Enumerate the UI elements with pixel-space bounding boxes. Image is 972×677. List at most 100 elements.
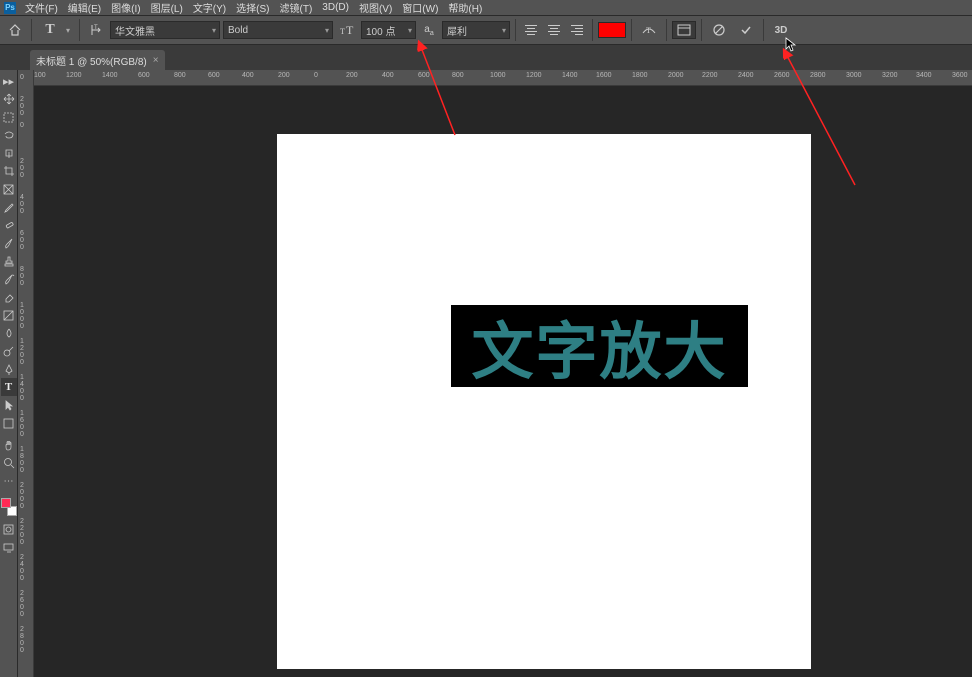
hruler-tick: 2800 xyxy=(810,72,826,79)
eraser-tool[interactable] xyxy=(1,288,17,306)
vruler-tick: 1600 xyxy=(20,410,34,438)
align-right-button[interactable] xyxy=(567,20,587,40)
vruler-tick: 1400 xyxy=(20,374,34,402)
font-size-icon: TT xyxy=(336,20,358,40)
menu-window[interactable]: 窗口(W) xyxy=(397,0,443,15)
hruler-tick: 400 xyxy=(242,72,254,79)
menu-file[interactable]: 文件(F) xyxy=(20,0,63,15)
font-weight-value: Bold xyxy=(228,25,248,36)
brush-tool[interactable] xyxy=(1,234,17,252)
vruler-tick: 2800 xyxy=(20,626,34,654)
path-select-tool[interactable] xyxy=(1,396,17,414)
history-brush-tool[interactable] xyxy=(1,270,17,288)
3d-button[interactable]: 3D xyxy=(769,20,793,40)
hruler-tick: 1800 xyxy=(632,72,648,79)
screen-mode-button[interactable] xyxy=(1,538,17,556)
quick-select-tool[interactable] xyxy=(1,144,17,162)
character-panel-button[interactable] xyxy=(672,21,696,39)
zoom-tool[interactable] xyxy=(1,454,17,472)
hruler-tick: 2400 xyxy=(738,72,754,79)
commit-button[interactable] xyxy=(734,20,758,40)
home-button[interactable] xyxy=(4,20,26,40)
gradient-tool[interactable] xyxy=(1,306,17,324)
text-tool-indicator[interactable]: T xyxy=(37,20,63,40)
svg-text:T: T xyxy=(646,26,651,35)
hruler-tick: 1600 xyxy=(596,72,612,79)
tools-panel: ▸▸ T ⋯ xyxy=(0,70,18,677)
text-layer[interactable]: 文字放大 xyxy=(451,305,748,387)
hruler-tick: 100 xyxy=(34,72,46,79)
font-weight-dropdown[interactable]: Bold ▾ xyxy=(223,21,333,39)
shape-tool[interactable] xyxy=(1,414,17,432)
dodge-tool[interactable] xyxy=(1,342,17,360)
cancel-button[interactable] xyxy=(707,20,731,40)
vruler-tick: 800 xyxy=(20,266,34,287)
app-logo: Ps xyxy=(4,2,16,14)
lasso-tool[interactable] xyxy=(1,126,17,144)
document-tab[interactable]: 未标题 1 @ 50%(RGB/8) × xyxy=(30,50,165,70)
menu-type[interactable]: 文字(Y) xyxy=(188,0,231,15)
align-center-button[interactable] xyxy=(544,20,564,40)
align-left-button[interactable] xyxy=(521,20,541,40)
warp-text-button[interactable]: T xyxy=(637,20,661,40)
vruler-tick: 200 xyxy=(20,96,34,117)
divider xyxy=(592,19,593,41)
frame-tool[interactable] xyxy=(1,180,17,198)
edit-toolbar-button[interactable]: ⋯ xyxy=(1,472,17,490)
marquee-tool[interactable] xyxy=(1,108,17,126)
font-size-dropdown[interactable]: 100 点 ▾ xyxy=(361,21,416,39)
close-tab-icon[interactable]: × xyxy=(153,55,159,66)
foreground-color-swatch[interactable] xyxy=(1,498,11,508)
text-tool[interactable]: T xyxy=(1,378,17,396)
vruler-tick: 400 xyxy=(20,194,34,215)
quick-mask-button[interactable] xyxy=(1,520,17,538)
svg-text:T: T xyxy=(340,27,345,36)
document-canvas[interactable]: 文字放大 xyxy=(277,134,811,669)
hruler-tick: 200 xyxy=(346,72,358,79)
horizontal-ruler[interactable]: 100 1200 1400 600 800 600 400 200 0 200 … xyxy=(34,70,972,86)
divider xyxy=(666,19,667,41)
tool-preset-dropdown[interactable]: ▾ xyxy=(66,26,74,35)
hruler-tick: 1200 xyxy=(526,72,542,79)
vruler-tick: 1000 xyxy=(20,302,34,330)
workspace[interactable]: 文字放大 xyxy=(34,86,972,677)
eyedropper-tool[interactable] xyxy=(1,198,17,216)
color-picker[interactable] xyxy=(1,498,17,516)
hand-tool[interactable] xyxy=(1,436,17,454)
stamp-tool[interactable] xyxy=(1,252,17,270)
antialias-value: 犀利 xyxy=(447,23,467,38)
vertical-ruler[interactable]: 0 200 0 200 400 600 800 1000 1200 1400 1… xyxy=(18,70,34,677)
document-tab-title: 未标题 1 @ 50%(RGB/8) xyxy=(36,53,147,68)
font-family-value: 华文雅黑 xyxy=(115,23,155,38)
hruler-tick: 800 xyxy=(452,72,464,79)
menu-select[interactable]: 选择(S) xyxy=(231,0,274,15)
menu-view[interactable]: 视图(V) xyxy=(354,0,397,15)
divider xyxy=(763,19,764,41)
hruler-tick: 1200 xyxy=(66,72,82,79)
vruler-tick: 2400 xyxy=(20,554,34,582)
crop-tool[interactable] xyxy=(1,162,17,180)
divider xyxy=(631,19,632,41)
vruler-tick: 200 xyxy=(20,158,34,179)
menu-layer[interactable]: 图层(L) xyxy=(146,0,188,15)
hruler-tick: 3400 xyxy=(916,72,932,79)
hruler-tick: 2000 xyxy=(668,72,684,79)
move-tool[interactable] xyxy=(1,90,17,108)
text-color-swatch[interactable] xyxy=(598,22,626,38)
menu-filter[interactable]: 滤镜(T) xyxy=(275,0,318,15)
expand-tools-icon[interactable]: ▸▸ xyxy=(1,72,17,90)
pen-tool[interactable] xyxy=(1,360,17,378)
healing-tool[interactable] xyxy=(1,216,17,234)
vruler-tick: 2200 xyxy=(20,518,34,546)
vruler-tick: 1800 xyxy=(20,446,34,474)
menu-3d[interactable]: 3D(D) xyxy=(317,2,354,13)
menu-edit[interactable]: 编辑(E) xyxy=(63,0,106,15)
font-family-dropdown[interactable]: 华文雅黑 ▾ xyxy=(110,21,220,39)
menu-image[interactable]: 图像(I) xyxy=(106,0,145,15)
antialias-dropdown[interactable]: 犀利 ▾ xyxy=(442,21,510,39)
menu-help[interactable]: 帮助(H) xyxy=(443,0,487,15)
blur-tool[interactable] xyxy=(1,324,17,342)
text-orientation-button[interactable]: T xyxy=(85,20,107,40)
hruler-tick: 2600 xyxy=(774,72,790,79)
hruler-tick: 1400 xyxy=(102,72,118,79)
